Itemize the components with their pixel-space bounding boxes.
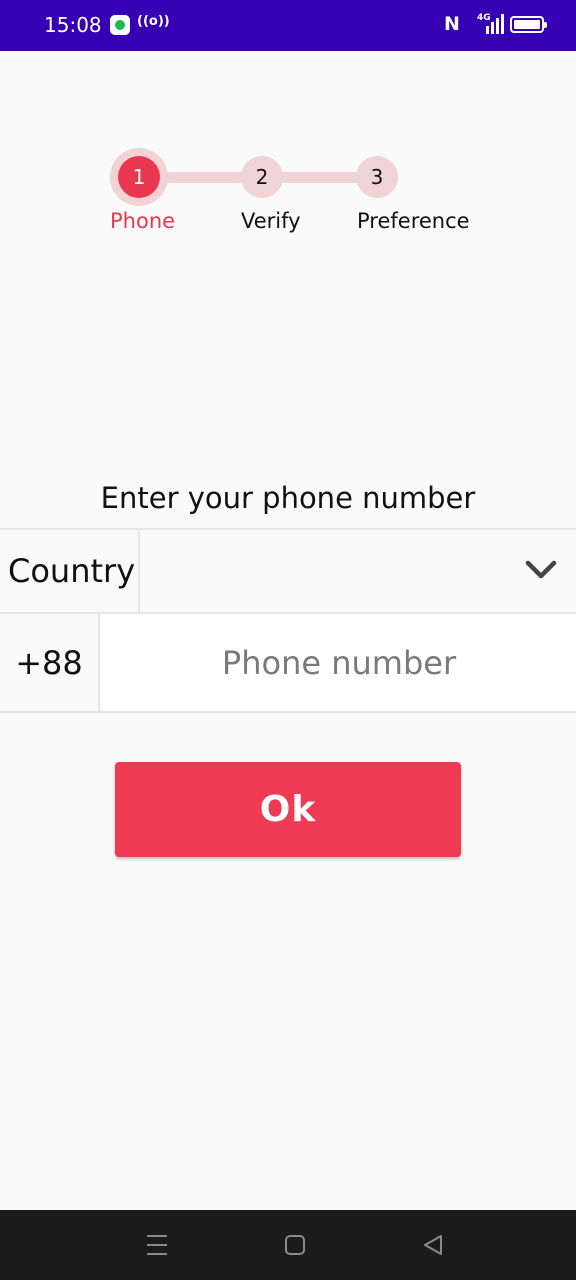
step-3-label: Preference <box>357 209 470 233</box>
step-3-circle[interactable]: 3 <box>356 156 398 198</box>
chevron-down-icon[interactable] <box>524 552 558 586</box>
page-title: Enter your phone number <box>100 481 476 515</box>
menu-icon[interactable] <box>146 1232 168 1258</box>
phone-row: +88 <box>0 614 576 713</box>
back-icon[interactable] <box>422 1232 444 1258</box>
phone-number-input[interactable] <box>102 614 576 711</box>
message-app-icon <box>110 15 130 35</box>
signal-icon: 4G <box>476 13 504 36</box>
status-time: 15:08 <box>44 13 102 37</box>
step-2-circle[interactable]: 2 <box>241 156 283 198</box>
country-row: Country <box>0 528 576 614</box>
step-1-label: Phone <box>110 209 176 233</box>
nfc-icon: N <box>444 13 460 35</box>
status-bar: 15:08 ((o)) N 4G <box>0 0 576 51</box>
home-icon[interactable] <box>284 1232 306 1258</box>
step-connector <box>160 172 244 183</box>
ok-button[interactable]: Ok <box>115 762 461 857</box>
country-label: Country <box>0 530 140 612</box>
step-2-label: Verify <box>241 209 301 233</box>
step-1-circle[interactable]: 1 <box>118 156 160 198</box>
network-type: 4G <box>477 13 491 23</box>
country-select[interactable] <box>142 530 576 612</box>
dial-code: +88 <box>0 614 100 711</box>
navigation-bar <box>0 1210 576 1280</box>
hotspot-icon: ((o)) <box>137 14 170 29</box>
step-connector <box>280 172 360 183</box>
battery-icon <box>510 16 547 33</box>
